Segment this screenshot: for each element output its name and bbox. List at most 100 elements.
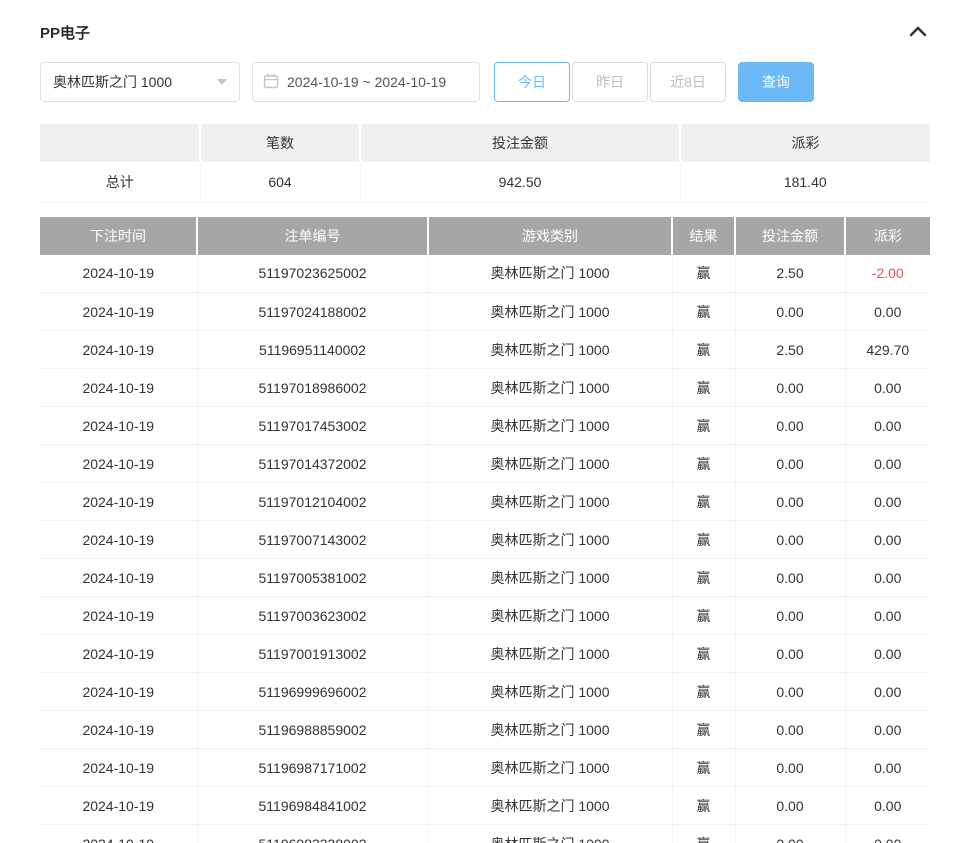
cell-order-number: 51197018986002	[197, 369, 428, 407]
cell-bet-amount: 0.00	[735, 749, 845, 787]
table-row: 2024-10-1951197012104002奥林匹斯之门 1000赢0.00…	[40, 483, 930, 521]
summary-table: 笔数 投注金额 派彩 总计 604 942.50 181.40	[40, 124, 930, 203]
cell-bet-time: 2024-10-19	[40, 369, 197, 407]
filter-bar: 奥林匹斯之门 1000 2024-10-19 ~ 2024-10-19 今日 昨…	[40, 62, 930, 102]
cell-bet-amount: 0.00	[735, 673, 845, 711]
date-range-value: 2024-10-19 ~ 2024-10-19	[287, 74, 446, 90]
cell-result: 赢	[672, 255, 735, 293]
collapse-button[interactable]	[906, 20, 930, 44]
cell-game-type: 奥林匹斯之门 1000	[428, 711, 672, 749]
cell-bet-time: 2024-10-19	[40, 445, 197, 483]
cell-payout: 0.00	[845, 293, 930, 331]
bet-records-table: 下注时间 注单编号 游戏类别 结果 投注金额 派彩 2024-10-195119…	[40, 217, 930, 843]
cell-game-type: 奥林匹斯之门 1000	[428, 255, 672, 293]
cell-game-type: 奥林匹斯之门 1000	[428, 369, 672, 407]
cell-order-number: 51197017453002	[197, 407, 428, 445]
cell-bet-time: 2024-10-19	[40, 711, 197, 749]
summary-header-row: 笔数 投注金额 派彩	[40, 124, 930, 162]
chevron-up-icon	[909, 25, 927, 40]
summary-header-empty	[40, 124, 200, 162]
cell-bet-amount: 0.00	[735, 445, 845, 483]
cell-order-number: 51196983338002	[197, 825, 428, 843]
cell-bet-time: 2024-10-19	[40, 255, 197, 293]
chevron-down-icon	[217, 79, 227, 85]
cell-order-number: 51197014372002	[197, 445, 428, 483]
cell-game-type: 奥林匹斯之门 1000	[428, 483, 672, 521]
table-row: 2024-10-1951196999696002奥林匹斯之门 1000赢0.00…	[40, 673, 930, 711]
cell-game-type: 奥林匹斯之门 1000	[428, 787, 672, 825]
cell-bet-amount: 0.00	[735, 521, 845, 559]
header-payout: 派彩	[845, 217, 930, 255]
cell-bet-time: 2024-10-19	[40, 673, 197, 711]
cell-payout: 0.00	[845, 597, 930, 635]
cell-order-number: 51196951140002	[197, 331, 428, 369]
table-row: 2024-10-1951196984841002奥林匹斯之门 1000赢0.00…	[40, 787, 930, 825]
cell-bet-amount: 0.00	[735, 559, 845, 597]
cell-payout: 0.00	[845, 749, 930, 787]
cell-bet-amount: 0.00	[735, 369, 845, 407]
cell-result: 赢	[672, 635, 735, 673]
cell-payout: 0.00	[845, 407, 930, 445]
cell-game-type: 奥林匹斯之门 1000	[428, 407, 672, 445]
cell-order-number: 51197024188002	[197, 293, 428, 331]
cell-order-number: 51197003623002	[197, 597, 428, 635]
table-row: 2024-10-1951196951140002奥林匹斯之门 1000赢2.50…	[40, 331, 930, 369]
cell-game-type: 奥林匹斯之门 1000	[428, 521, 672, 559]
cell-result: 赢	[672, 787, 735, 825]
summary-total-count: 604	[200, 162, 360, 202]
game-select[interactable]: 奥林匹斯之门 1000	[40, 62, 240, 102]
cell-bet-time: 2024-10-19	[40, 559, 197, 597]
cell-bet-amount: 0.00	[735, 597, 845, 635]
summary-header-payout: 派彩	[680, 124, 930, 162]
cell-order-number: 51196987171002	[197, 749, 428, 787]
bet-table-header-row: 下注时间 注单编号 游戏类别 结果 投注金额 派彩	[40, 217, 930, 255]
cell-payout: 0.00	[845, 445, 930, 483]
cell-payout: 0.00	[845, 673, 930, 711]
cell-result: 赢	[672, 673, 735, 711]
cell-order-number: 51196988859002	[197, 711, 428, 749]
cell-game-type: 奥林匹斯之门 1000	[428, 445, 672, 483]
cell-bet-time: 2024-10-19	[40, 825, 197, 843]
cell-game-type: 奥林匹斯之门 1000	[428, 825, 672, 843]
cell-order-number: 51197007143002	[197, 521, 428, 559]
page-header: PP电子	[40, 20, 930, 44]
cell-payout: 0.00	[845, 711, 930, 749]
page: PP电子 奥林匹斯之门 1000 2024-10-19 ~ 2024-10-19…	[0, 0, 958, 843]
cell-payout: -2.00	[845, 255, 930, 293]
game-select-value: 奥林匹斯之门 1000	[53, 72, 172, 92]
cell-result: 赢	[672, 521, 735, 559]
yesterday-button[interactable]: 昨日	[572, 62, 648, 102]
search-button[interactable]: 查询	[738, 62, 814, 102]
cell-result: 赢	[672, 331, 735, 369]
cell-bet-amount: 2.50	[735, 331, 845, 369]
calendar-icon	[263, 73, 279, 92]
cell-order-number: 51197005381002	[197, 559, 428, 597]
date-range-picker[interactable]: 2024-10-19 ~ 2024-10-19	[252, 62, 480, 102]
header-bet-amount: 投注金额	[735, 217, 845, 255]
table-row: 2024-10-1951197007143002奥林匹斯之门 1000赢0.00…	[40, 521, 930, 559]
today-button[interactable]: 今日	[494, 62, 570, 102]
cell-result: 赢	[672, 369, 735, 407]
last-8-days-button[interactable]: 近8日	[650, 62, 726, 102]
cell-payout: 0.00	[845, 825, 930, 843]
cell-bet-amount: 0.00	[735, 293, 845, 331]
cell-order-number: 51196984841002	[197, 787, 428, 825]
summary-total-row: 总计 604 942.50 181.40	[40, 162, 930, 202]
cell-result: 赢	[672, 483, 735, 521]
cell-bet-time: 2024-10-19	[40, 407, 197, 445]
table-row: 2024-10-1951197017453002奥林匹斯之门 1000赢0.00…	[40, 407, 930, 445]
cell-game-type: 奥林匹斯之门 1000	[428, 293, 672, 331]
cell-bet-time: 2024-10-19	[40, 635, 197, 673]
cell-game-type: 奥林匹斯之门 1000	[428, 331, 672, 369]
table-row: 2024-10-1951197003623002奥林匹斯之门 1000赢0.00…	[40, 597, 930, 635]
table-row: 2024-10-1951197014372002奥林匹斯之门 1000赢0.00…	[40, 445, 930, 483]
cell-order-number: 51197012104002	[197, 483, 428, 521]
cell-bet-time: 2024-10-19	[40, 483, 197, 521]
bet-table-body: 2024-10-1951197023625002奥林匹斯之门 1000赢2.50…	[40, 255, 930, 843]
cell-bet-time: 2024-10-19	[40, 787, 197, 825]
table-row: 2024-10-1951197024188002奥林匹斯之门 1000赢0.00…	[40, 293, 930, 331]
summary-header-count: 笔数	[200, 124, 360, 162]
cell-bet-time: 2024-10-19	[40, 597, 197, 635]
cell-result: 赢	[672, 559, 735, 597]
table-row: 2024-10-1951197001913002奥林匹斯之门 1000赢0.00…	[40, 635, 930, 673]
